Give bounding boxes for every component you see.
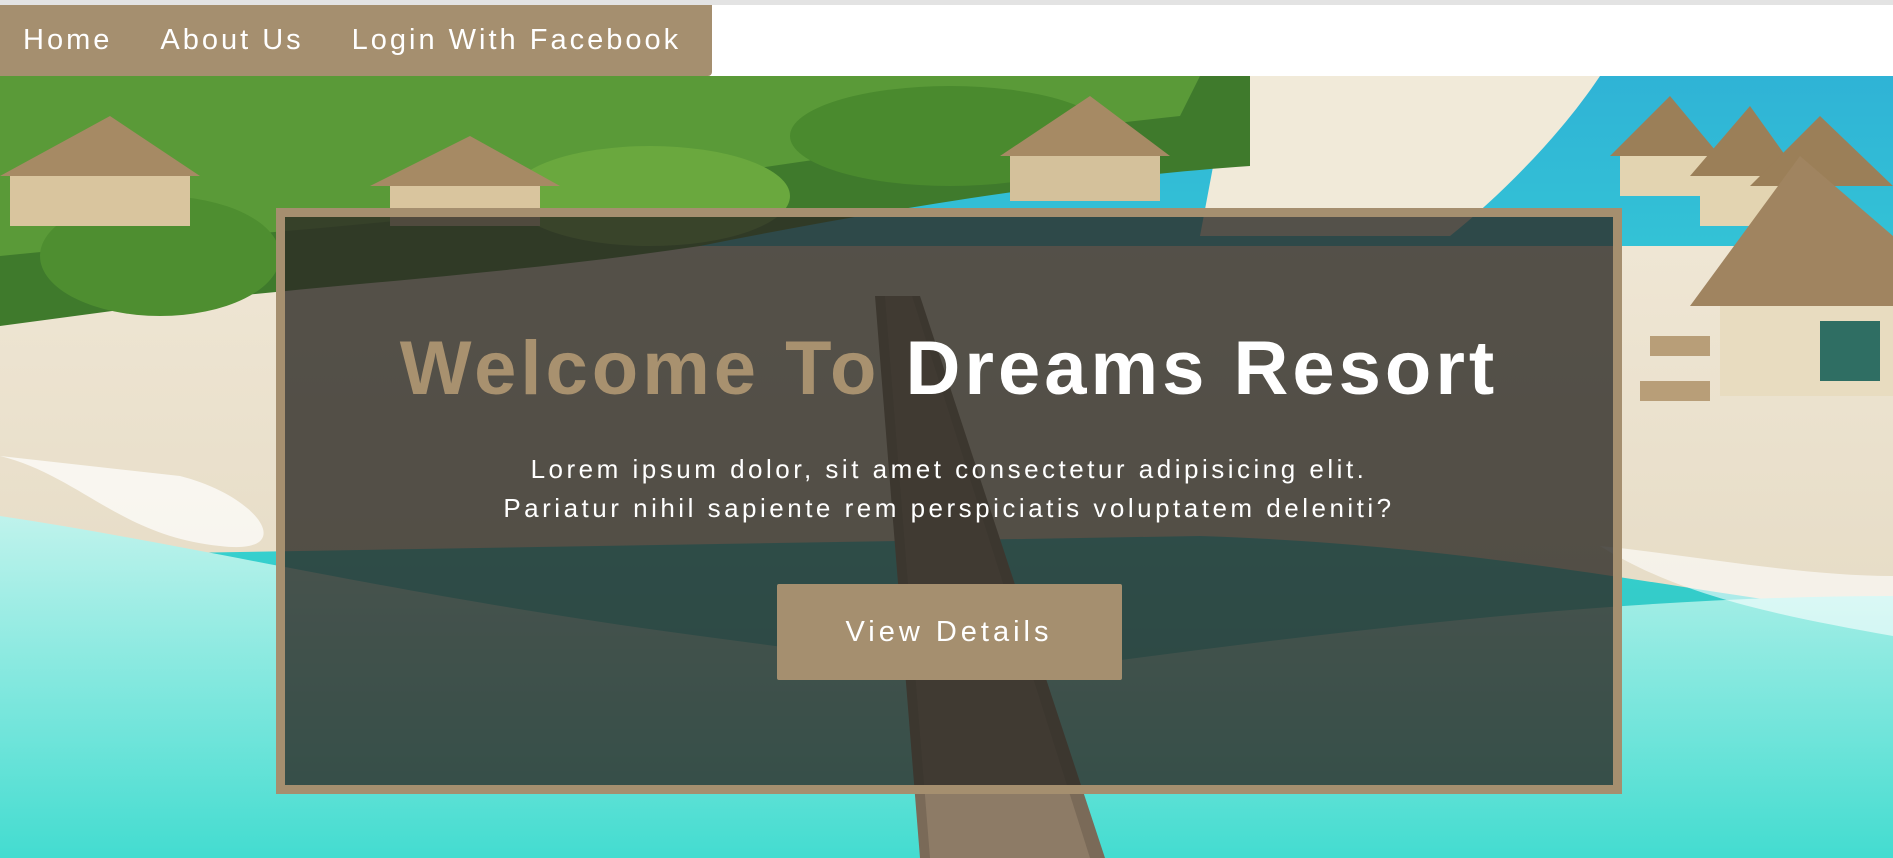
headline-resort-name: Dreams Resort	[905, 326, 1499, 411]
hero-description: Lorem ipsum dolor, sit amet consectetur …	[503, 454, 1395, 523]
nav-login-facebook-link[interactable]: Login With Facebook	[328, 5, 705, 76]
hero-headline: Welcome To Dreams Resort	[400, 325, 1498, 412]
hero-section: Welcome To Dreams Resort Lorem ipsum dol…	[0, 76, 1893, 858]
welcome-card: Welcome To Dreams Resort Lorem ipsum dol…	[276, 208, 1622, 794]
view-details-button[interactable]: View Details	[776, 584, 1122, 680]
nav-about-link[interactable]: About Us	[136, 5, 327, 76]
headline-welcome-text: Welcome To	[399, 326, 881, 411]
nav-home-link[interactable]: Home	[0, 5, 136, 76]
top-nav: Home About Us Login With Facebook	[0, 5, 712, 76]
